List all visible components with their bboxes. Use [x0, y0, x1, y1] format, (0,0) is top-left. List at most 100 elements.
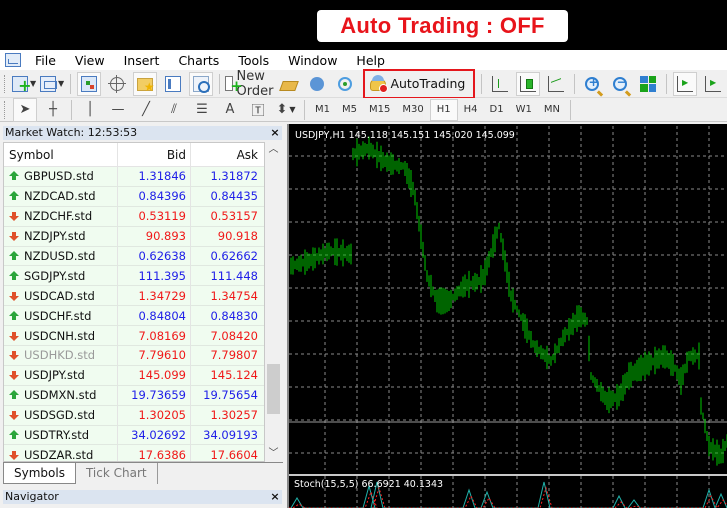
- cursor-button[interactable]: ➤: [13, 97, 37, 122]
- scroll-down-icon[interactable]: ﹀: [265, 446, 282, 462]
- text-button[interactable]: A: [218, 98, 242, 122]
- timeframe-m5[interactable]: M5: [336, 99, 363, 121]
- strategy-tester-button[interactable]: [188, 71, 213, 96]
- ask-cell: 19.75654: [203, 388, 258, 403]
- bid-cell: 17.6386: [118, 445, 191, 461]
- symbol-cell: NZDUSD.std: [4, 246, 118, 266]
- menu-window[interactable]: Window: [280, 53, 348, 68]
- table-row[interactable]: USDCHF.std 0.84804 0.84830: [4, 306, 264, 327]
- table-row[interactable]: USDMXN.std 19.73659 19.75654: [4, 385, 264, 406]
- scroll-up-icon[interactable]: ︿: [265, 142, 282, 158]
- close-icon[interactable]: ×: [268, 126, 282, 140]
- table-row[interactable]: USDCAD.std 1.34729 1.34754: [4, 286, 264, 307]
- candlestick-button[interactable]: [515, 71, 540, 96]
- timeframe-m30[interactable]: M30: [396, 99, 429, 121]
- ask-cell: 7.08420: [210, 328, 258, 343]
- menu-insert[interactable]: Insert: [116, 53, 171, 68]
- timeframe-m15[interactable]: M15: [363, 99, 396, 121]
- toolbar-grip[interactable]: [4, 100, 7, 119]
- table-row[interactable]: NZDCAD.std 0.84396 0.84435: [4, 186, 264, 207]
- timeframe-h1[interactable]: H1: [429, 98, 458, 121]
- menu-tools[interactable]: Tools: [230, 53, 280, 68]
- new-order-button[interactable]: New Order: [225, 69, 273, 99]
- zoom-in-button[interactable]: [580, 72, 604, 96]
- timeframe-w1[interactable]: W1: [510, 99, 538, 121]
- timeframe-m1[interactable]: M1: [309, 99, 336, 121]
- scrollbar[interactable]: ︿ ﹀: [265, 142, 282, 462]
- stochastic-subwindow[interactable]: Stoch(15,5,5) 66.6921 40.1343: [289, 474, 727, 508]
- ask-cell: 145.124: [210, 368, 258, 383]
- data-window-button[interactable]: [105, 72, 129, 96]
- table-row[interactable]: SGDJPY.std 111.395 111.448: [4, 266, 264, 287]
- trendline-button[interactable]: ╱: [134, 98, 158, 122]
- navigator-button[interactable]: [132, 71, 157, 96]
- table-row[interactable]: USDHKD.std 7.79610 7.79807: [4, 346, 264, 366]
- bar-chart-button[interactable]: [488, 72, 512, 96]
- timeframe-h4[interactable]: H4: [458, 99, 484, 121]
- text-label-button[interactable]: 🅃: [246, 98, 270, 122]
- zoom-out-button[interactable]: [608, 72, 632, 96]
- autotrading-status-banner: Auto Trading : OFF: [317, 10, 568, 42]
- arrow-up-icon: [9, 270, 19, 281]
- table-row[interactable]: NZDUSD.std 0.62638 0.62662: [4, 246, 264, 267]
- crosshair-button[interactable]: ┼: [41, 98, 65, 122]
- price-chart[interactable]: USDJPY,H1 145.118 145.151 145.020 145.09…: [289, 126, 727, 470]
- symbol-name: NZDCAD.std: [24, 189, 96, 204]
- line-chart-button[interactable]: [544, 72, 568, 96]
- vertical-line-button[interactable]: │: [78, 98, 102, 122]
- column-header-symbol[interactable]: Symbol: [4, 143, 118, 166]
- menu-help[interactable]: Help: [348, 53, 396, 68]
- chart-window[interactable]: USDJPY,H1 145.118 145.151 145.020 145.09…: [287, 124, 727, 508]
- close-icon[interactable]: ×: [268, 490, 282, 504]
- equidistant-channel-button[interactable]: ⫽: [162, 98, 186, 122]
- terminal-button[interactable]: [161, 72, 185, 96]
- text-icon: A: [225, 102, 235, 117]
- fibonacci-icon: ☰: [196, 102, 208, 117]
- tab-symbols[interactable]: Symbols: [3, 463, 76, 484]
- menu-file[interactable]: File: [27, 53, 67, 68]
- table-row[interactable]: USDTRY.std 34.02692 34.09193: [4, 425, 264, 446]
- price-chart-canvas[interactable]: [289, 126, 727, 470]
- autotrading-button[interactable]: AutoTrading: [363, 68, 476, 99]
- table-row[interactable]: NZDCHF.std 0.53119 0.53157: [4, 206, 264, 227]
- toolbar-separator: [71, 99, 72, 120]
- table-row[interactable]: USDSGD.std 1.30205 1.30257: [4, 405, 264, 426]
- fibonacci-button[interactable]: ☰: [190, 98, 214, 122]
- horizontal-line-button[interactable]: —: [106, 98, 130, 122]
- chart-shift-button[interactable]: [673, 71, 698, 96]
- symbol-cell: USDTRY.std: [4, 425, 118, 445]
- table-row[interactable]: NZDJPY.std 90.893 90.918: [4, 226, 264, 247]
- column-header-bid[interactable]: Bid: [118, 143, 191, 166]
- table-row[interactable]: USDJPY.std 145.099 145.124: [4, 365, 264, 386]
- market-watch-rows: GBPUSD.std 1.31846 1.31872 NZDCAD.std 0.8439…: [4, 167, 264, 461]
- column-header-ask[interactable]: Ask: [191, 143, 264, 166]
- new-chart-button[interactable]: ▼: [12, 72, 36, 96]
- profiles-button[interactable]: ▼: [40, 72, 64, 96]
- toolbar-grip[interactable]: [4, 74, 6, 93]
- arrow-down-icon: [9, 350, 19, 361]
- text-label-icon: 🅃: [251, 104, 265, 119]
- bid-cell: 90.893: [118, 226, 191, 246]
- market-watch-button[interactable]: [76, 71, 101, 96]
- metaeditor-button[interactable]: [277, 72, 301, 96]
- arrows-button[interactable]: ⬍ ▼: [274, 98, 298, 122]
- table-row[interactable]: GBPUSD.std 1.31846 1.31872: [4, 167, 264, 187]
- signals-button[interactable]: [333, 72, 357, 96]
- scrollbar-thumb[interactable]: [267, 364, 280, 414]
- symbol-cell: USDCHF.std: [4, 306, 118, 326]
- menu-charts[interactable]: Charts: [170, 53, 230, 68]
- symbol-cell: SGDJPY.std: [4, 266, 118, 286]
- symbol-name: NZDCHF.std: [24, 209, 93, 224]
- table-row[interactable]: USDZAR.std 17.6386 17.6604: [4, 445, 264, 461]
- timeframe-mn[interactable]: MN: [538, 99, 566, 121]
- tab-tick-chart[interactable]: Tick Chart: [76, 463, 158, 484]
- autoscroll-button[interactable]: [701, 72, 725, 96]
- timeframe-d1[interactable]: D1: [484, 99, 510, 121]
- ask-cell: 34.09193: [203, 428, 258, 443]
- arrow-up-icon: [9, 390, 19, 400]
- menu-view[interactable]: View: [67, 53, 116, 68]
- community-button[interactable]: [305, 72, 329, 96]
- symbol-cell: USDHKD.std: [4, 346, 118, 365]
- table-row[interactable]: USDCNH.std 7.08169 7.08420: [4, 326, 264, 347]
- tile-windows-button[interactable]: [636, 72, 660, 96]
